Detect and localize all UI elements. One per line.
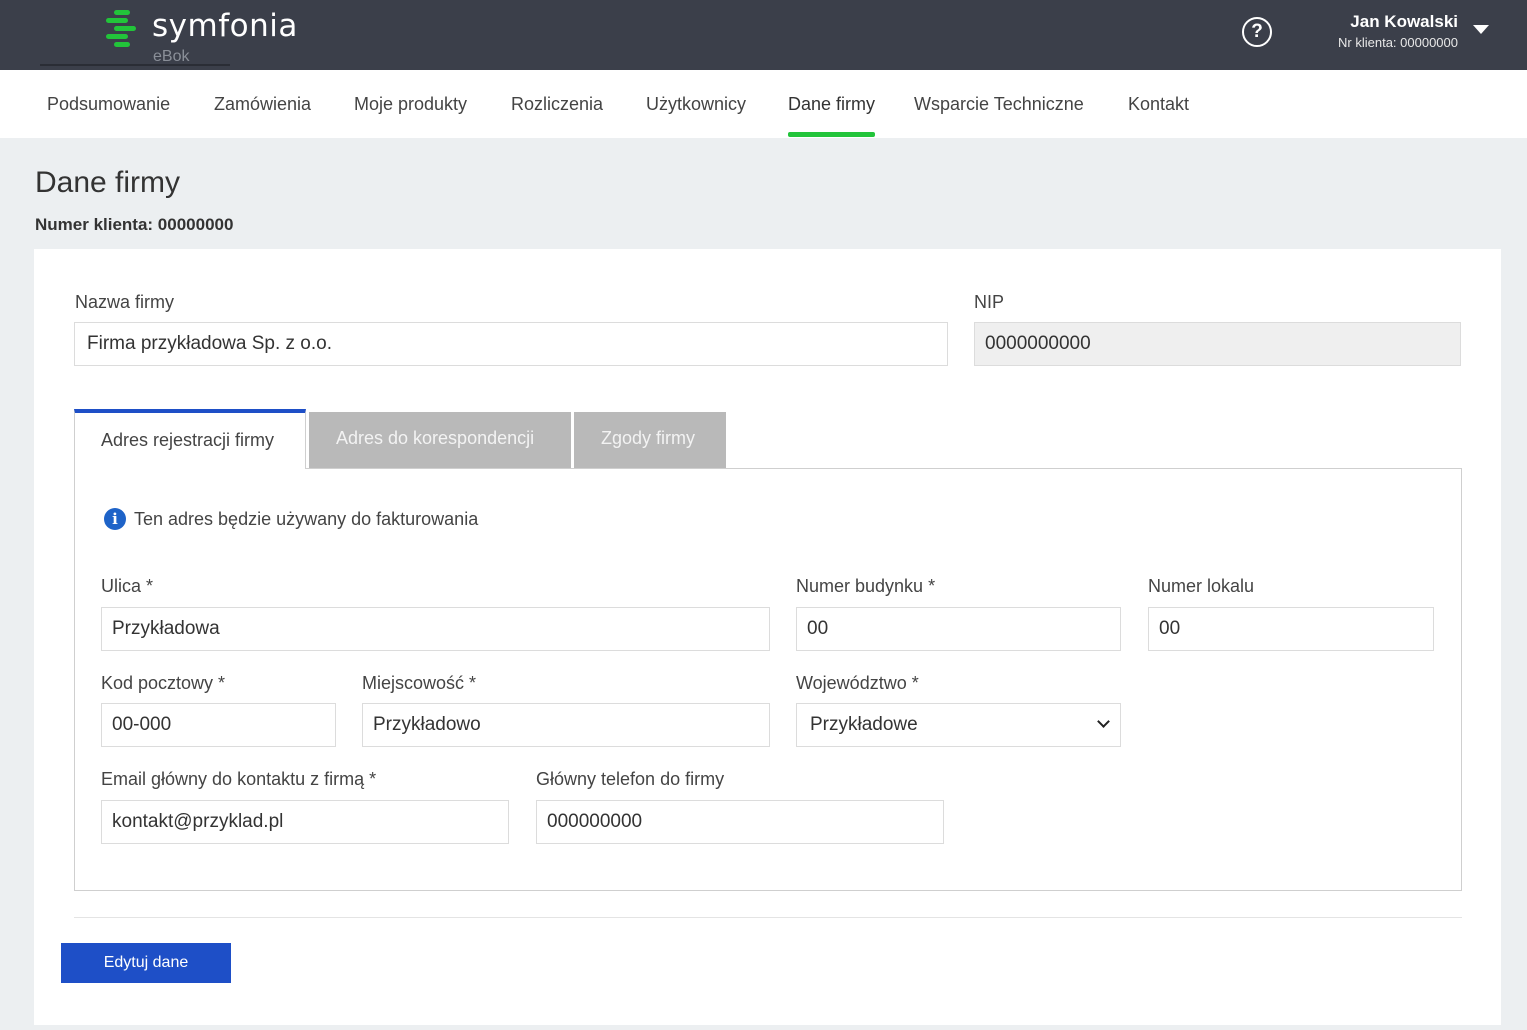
nip-label: NIP	[974, 292, 1005, 312]
nav-item-podsumowanie[interactable]: Podsumowanie	[47, 94, 170, 115]
tab-adres-rejestracji[interactable]: Adres rejestracji firmy	[74, 409, 306, 469]
postal-code-label: Kod pocztowy *	[101, 673, 226, 693]
email-field[interactable]: kontakt@przyklad.pl	[101, 800, 509, 844]
nav-item-rozliczenia[interactable]: Rozliczenia	[511, 94, 603, 115]
top-header: symfonia eBok ? Jan Kowalski Nr klienta:…	[0, 0, 1527, 70]
street-field[interactable]: Przykładowa	[101, 607, 770, 651]
info-icon: i	[104, 508, 126, 530]
nav-item-moje-produkty[interactable]: Moje produkty	[354, 94, 467, 115]
company-name-label: Nazwa firmy	[75, 292, 175, 312]
city-label: Miejscowość *	[362, 673, 477, 693]
voivodeship-selected-value: Przykładowe	[810, 714, 918, 735]
tab-adres-korespondencji[interactable]: Adres do korespondencji	[309, 412, 571, 468]
building-number-field[interactable]: 00	[796, 607, 1121, 651]
apartment-number-label: Numer lokalu	[1148, 576, 1255, 596]
logo-divider	[40, 64, 230, 66]
apartment-number-field[interactable]: 00	[1148, 607, 1434, 651]
main-nav: Podsumowanie Zamówienia Moje produkty Ro…	[0, 70, 1527, 138]
company-name-field[interactable]: Firma przykładowa Sp. z o.o.	[74, 322, 948, 366]
nav-item-dane-firmy[interactable]: Dane firmy	[788, 94, 875, 115]
nav-item-wsparcie-techniczne[interactable]: Wsparcie Techniczne	[914, 94, 1084, 115]
user-client-number: Nr klienta: 00000000	[1338, 35, 1458, 50]
voivodeship-select[interactable]: Przykładowe	[796, 703, 1121, 747]
nip-field: 0000000000	[974, 322, 1461, 366]
client-number: Numer klienta: 00000000	[35, 215, 234, 234]
street-label: Ulica *	[101, 576, 154, 596]
voivodeship-label: Województwo *	[796, 673, 919, 693]
tab-zgody-firmy[interactable]: Zgody firmy	[574, 412, 726, 468]
nav-item-zamowienia[interactable]: Zamówienia	[214, 94, 311, 115]
postal-code-field[interactable]: 00-000	[101, 703, 336, 747]
nav-item-kontakt[interactable]: Kontakt	[1128, 94, 1189, 115]
page-title: Dane firmy	[35, 166, 181, 199]
help-circle-icon[interactable]: ?	[1242, 17, 1272, 47]
nav-item-uzytkownicy[interactable]: Użytkownicy	[646, 94, 746, 115]
user-name: Jan Kowalski	[1350, 12, 1458, 31]
logo-text: symfonia	[152, 8, 298, 44]
user-menu[interactable]: Jan Kowalski Nr klienta: 00000000	[1338, 12, 1458, 50]
caret-down-icon[interactable]	[1473, 25, 1489, 34]
email-label: Email główny do kontaktu z firmą *	[101, 769, 377, 789]
phone-field[interactable]: 000000000	[536, 800, 944, 844]
info-message: Ten adres będzie używany do fakturowania	[134, 509, 479, 529]
nav-active-indicator	[788, 132, 875, 137]
building-number-label: Numer budynku *	[796, 576, 936, 596]
edit-data-button[interactable]: Edytuj dane	[61, 943, 231, 983]
phone-label: Główny telefon do firmy	[536, 769, 725, 789]
divider	[74, 917, 1462, 918]
chevron-down-icon	[1097, 715, 1110, 728]
city-field[interactable]: Przykładowo	[362, 703, 770, 747]
symfonia-logo-icon	[106, 10, 136, 47]
